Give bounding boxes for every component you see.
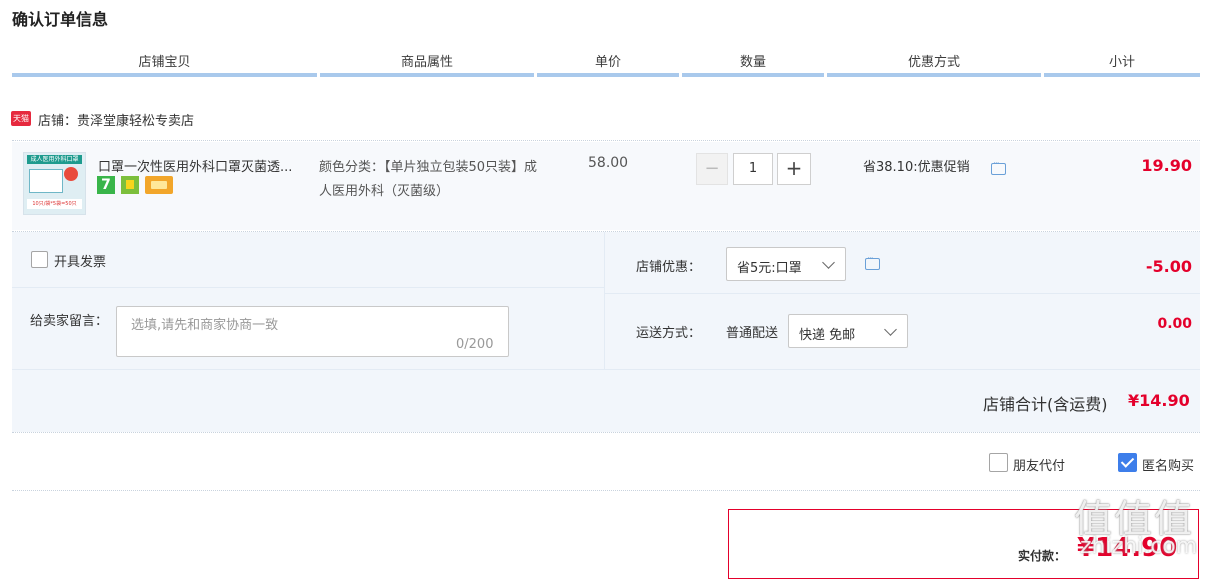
chevron-down-icon bbox=[884, 323, 897, 336]
anonymous-purchase-label[interactable]: 匿名购买 bbox=[1142, 455, 1194, 474]
header-underline bbox=[1044, 73, 1200, 77]
message-char-count: 0/200 bbox=[456, 337, 494, 352]
column-header-unit-price: 单价 bbox=[594, 55, 621, 70]
page-title: 确认订单信息 bbox=[12, 10, 109, 29]
message-label: 给卖家留言： bbox=[30, 314, 109, 329]
quantity-decrease-button[interactable]: − bbox=[696, 153, 728, 185]
divider bbox=[12, 432, 1200, 433]
promotion-text: 省38.10:优惠促销 bbox=[863, 160, 970, 175]
column-header-quantity: 数量 bbox=[739, 55, 766, 70]
column-header-items: 店铺宝贝 bbox=[138, 55, 191, 70]
thumbnail-banner: 成人医用外科口罩 bbox=[27, 155, 82, 164]
shipping-amount: 0.00 bbox=[1157, 316, 1192, 332]
product-attributes: 颜色分类：【单片独立包装50只装】成人医用外科（灭菌级） bbox=[319, 160, 538, 199]
anonymous-purchase-checkbox[interactable] bbox=[1118, 453, 1137, 472]
header-underline bbox=[12, 73, 317, 77]
promotion-info-icon[interactable] bbox=[991, 159, 1006, 175]
actual-payment-label: 实付款： bbox=[1018, 549, 1067, 563]
divider bbox=[12, 490, 1200, 491]
tmall-icon: 天猫 bbox=[11, 111, 31, 126]
seller-message-placeholder: 选填,请先和商家协商一致 bbox=[131, 318, 279, 333]
shop-name[interactable]: 店铺：贵泽堂康轻松专卖店 bbox=[38, 110, 194, 129]
product-title-link[interactable]: 口罩一次性医用外科口罩灭菌透... bbox=[98, 156, 312, 175]
store-discount-select[interactable]: 省5元:口罩 bbox=[726, 247, 846, 281]
quantity-increase-button[interactable]: + bbox=[777, 153, 811, 185]
invoice-checkbox[interactable] bbox=[31, 251, 48, 268]
column-header-discount: 优惠方式 bbox=[907, 55, 960, 70]
shop-name-text[interactable]: 贵泽堂康轻松专卖店 bbox=[77, 114, 194, 129]
thumbnail-footer: 10只/袋*5袋=50只 bbox=[27, 199, 82, 209]
unit-price: 58.00 bbox=[588, 155, 629, 171]
divider bbox=[12, 140, 1200, 141]
store-discount-value: 省5元:口罩 bbox=[737, 261, 802, 276]
guarantee-icon[interactable] bbox=[121, 176, 139, 194]
quantity-input[interactable]: 1 bbox=[733, 153, 773, 185]
seven-day-return-icon[interactable]: 7 bbox=[97, 176, 115, 194]
shipping-method-value: 快递 免邮 bbox=[799, 328, 856, 343]
shop-label: 店铺： bbox=[38, 114, 78, 129]
product-thumbnail[interactable]: 成人医用外科口罩 10只/袋*5袋=50只 bbox=[23, 152, 86, 215]
credit-card-icon[interactable] bbox=[145, 176, 173, 194]
store-discount-amount: -5.00 bbox=[1145, 257, 1192, 276]
shipping-method-select[interactable]: 快递 免邮 bbox=[788, 314, 908, 348]
invoice-label[interactable]: 开具发票 bbox=[54, 251, 106, 270]
column-header-attributes: 商品属性 bbox=[400, 55, 453, 70]
item-subtotal: 19.90 bbox=[1141, 156, 1192, 175]
divider bbox=[12, 369, 1200, 370]
header-underline bbox=[827, 73, 1041, 77]
shipping-label: 运送方式： bbox=[636, 326, 702, 341]
thumbnail-seal-image bbox=[64, 167, 78, 181]
discount-info-icon[interactable] bbox=[865, 254, 880, 270]
column-header-subtotal: 小计 bbox=[1108, 55, 1135, 70]
store-total-value: ¥14.90 bbox=[1128, 391, 1190, 410]
store-total-label: 店铺合计(含运费) bbox=[983, 395, 1108, 414]
shipping-type: 普通配送 bbox=[726, 326, 779, 341]
store-discount-label: 店铺优惠： bbox=[636, 260, 702, 275]
thumbnail-box-image bbox=[29, 169, 63, 193]
divider bbox=[605, 293, 1200, 294]
friend-pay-checkbox[interactable] bbox=[989, 453, 1008, 472]
divider bbox=[604, 232, 605, 369]
chevron-down-icon bbox=[822, 256, 835, 269]
header-underline bbox=[320, 73, 534, 77]
header-underline bbox=[682, 73, 824, 77]
header-underline bbox=[537, 73, 679, 77]
watermark-url: zhizhi.com bbox=[1080, 534, 1198, 559]
friend-pay-label[interactable]: 朋友代付 bbox=[1013, 455, 1065, 474]
divider bbox=[12, 287, 604, 288]
